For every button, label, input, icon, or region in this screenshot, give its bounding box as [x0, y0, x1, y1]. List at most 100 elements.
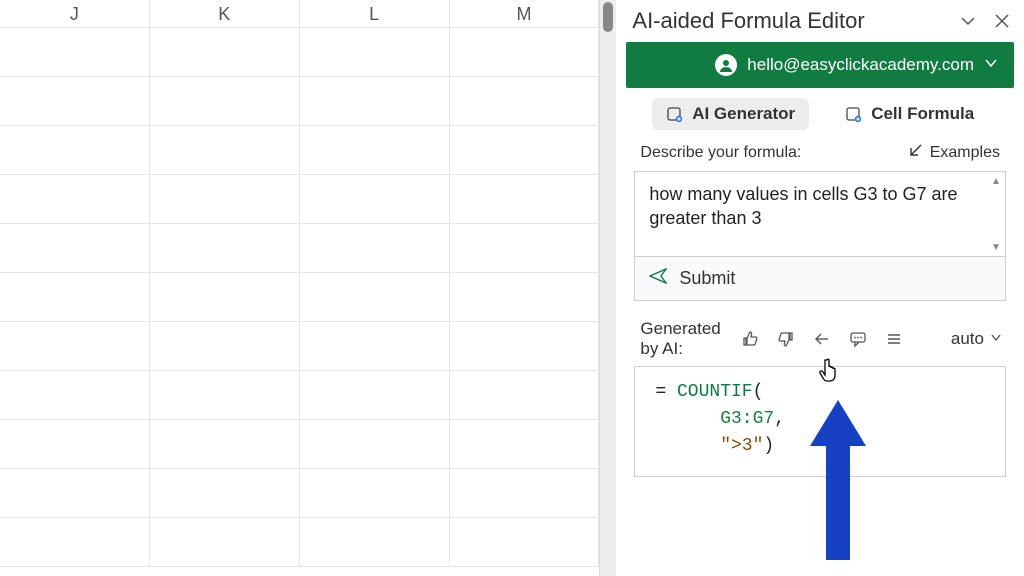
column-header[interactable]: L [300, 0, 450, 28]
cell[interactable] [0, 322, 150, 370]
column-header[interactable]: M [450, 0, 600, 28]
cell[interactable] [450, 77, 600, 125]
generated-header-row: Generated by AI: [616, 315, 1024, 364]
column-header-row: JKLM [0, 0, 599, 28]
auto-dropdown[interactable]: auto [951, 329, 1002, 349]
cell[interactable] [150, 518, 300, 566]
generated-label-line1: Generated [640, 319, 720, 338]
collapse-button[interactable] [956, 9, 980, 33]
table-row [0, 518, 599, 567]
table-row [0, 273, 599, 322]
cell[interactable] [300, 420, 450, 468]
scroll-thumb[interactable] [603, 2, 613, 32]
describe-label: Describe your formula: [640, 144, 801, 162]
cell[interactable] [150, 175, 300, 223]
cell[interactable] [450, 469, 600, 517]
table-row [0, 77, 599, 126]
comment-icon[interactable] [848, 329, 868, 349]
cell[interactable] [300, 469, 450, 517]
cell[interactable] [450, 371, 600, 419]
cell[interactable] [300, 28, 450, 76]
cell[interactable] [150, 28, 300, 76]
cell[interactable] [0, 224, 150, 272]
cell[interactable] [450, 322, 600, 370]
cell[interactable] [0, 273, 150, 321]
cell[interactable] [450, 175, 600, 223]
thumbs-up-icon[interactable] [740, 329, 760, 349]
table-row [0, 126, 599, 175]
submit-label: Submit [679, 268, 735, 289]
cell[interactable] [300, 273, 450, 321]
examples-link[interactable]: Examples [908, 142, 1000, 163]
chevron-down-icon [984, 55, 998, 75]
generated-label-line2: by AI: [640, 339, 683, 358]
table-row [0, 469, 599, 518]
cell[interactable] [300, 224, 450, 272]
cell[interactable] [0, 126, 150, 174]
cell[interactable] [300, 322, 450, 370]
cell[interactable] [150, 77, 300, 125]
cell[interactable] [150, 224, 300, 272]
tab-cell-formula-label: Cell Formula [871, 104, 974, 124]
chevron-down-icon [990, 329, 1002, 349]
panel-title: AI-aided Formula Editor [632, 8, 946, 34]
close-button[interactable] [990, 9, 1014, 33]
vertical-scrollbar[interactable] [600, 0, 616, 576]
column-header[interactable]: K [150, 0, 300, 28]
tabs-row: AI Generator Cell Formula [616, 98, 1024, 142]
cell[interactable] [450, 518, 600, 566]
textarea-scroll-down-icon[interactable]: ▼ [991, 242, 1001, 252]
cell[interactable] [150, 371, 300, 419]
cell[interactable] [0, 175, 150, 223]
cell[interactable] [150, 469, 300, 517]
cell-formula-icon [845, 105, 863, 123]
spreadsheet-rows [0, 28, 599, 576]
submit-button[interactable]: Submit [634, 257, 1006, 301]
cell[interactable] [300, 175, 450, 223]
cell[interactable] [300, 371, 450, 419]
account-email: hello@easyclickacademy.com [747, 55, 974, 75]
list-lines-icon[interactable] [884, 329, 904, 349]
cell[interactable] [0, 28, 150, 76]
formula-criteria: ">3" [720, 436, 763, 456]
cell[interactable] [300, 77, 450, 125]
describe-header-row: Describe your formula: Examples [616, 142, 1024, 169]
cell[interactable] [150, 273, 300, 321]
cell[interactable] [150, 420, 300, 468]
formula-editor-panel: AI-aided Formula Editor hello@easyclicka… [616, 0, 1024, 576]
cell[interactable] [300, 126, 450, 174]
generated-formula-box[interactable]: = COUNTIF( G3:G7, ">3") [634, 366, 1006, 477]
cell[interactable] [450, 224, 600, 272]
avatar-icon [715, 54, 737, 76]
formula-equals: = [655, 382, 677, 402]
cell[interactable] [450, 273, 600, 321]
formula-comma: , [774, 409, 785, 429]
column-header[interactable]: J [0, 0, 150, 28]
cell[interactable] [0, 420, 150, 468]
account-bar[interactable]: hello@easyclickacademy.com [626, 42, 1014, 88]
cell[interactable] [0, 469, 150, 517]
cell[interactable] [0, 371, 150, 419]
describe-input-box[interactable]: how many values in cells G3 to G7 are gr… [634, 171, 1006, 257]
cell[interactable] [450, 28, 600, 76]
tab-cell-formula[interactable]: Cell Formula [831, 98, 988, 130]
app-window: JKLM AI-aided Formula Editor hello@easyc… [0, 0, 1024, 576]
cell[interactable] [300, 518, 450, 566]
cell[interactable] [150, 322, 300, 370]
table-row [0, 175, 599, 224]
thumbs-down-icon[interactable] [776, 329, 796, 349]
back-arrow-icon[interactable] [812, 329, 832, 349]
cell[interactable] [450, 126, 600, 174]
cell[interactable] [450, 420, 600, 468]
tab-ai-generator[interactable]: AI Generator [652, 98, 809, 130]
cell[interactable] [0, 77, 150, 125]
textarea-scroll-up-icon[interactable]: ▲ [991, 176, 1001, 186]
describe-input-text[interactable]: how many values in cells G3 to G7 are gr… [635, 172, 1005, 256]
result-action-icons [740, 329, 904, 349]
table-row [0, 224, 599, 273]
table-row [0, 322, 599, 371]
cell[interactable] [0, 518, 150, 566]
formula-function: COUNTIF [677, 382, 753, 402]
cell[interactable] [150, 126, 300, 174]
generated-label: Generated by AI: [640, 319, 728, 358]
